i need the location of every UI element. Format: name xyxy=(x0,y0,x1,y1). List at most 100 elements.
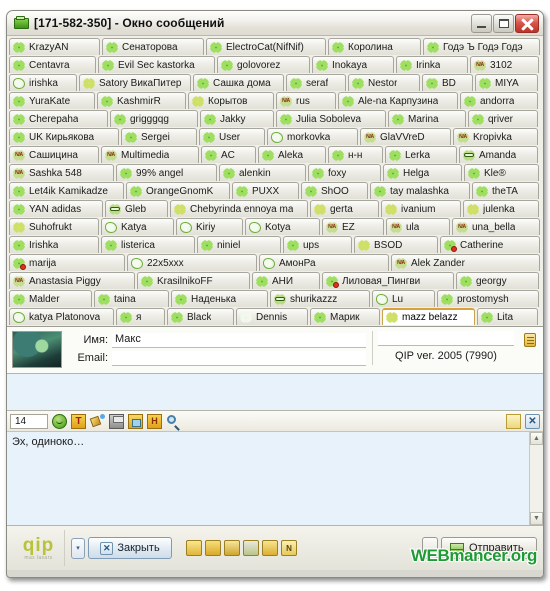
paint-brush-icon[interactable] xyxy=(89,413,105,429)
contact-tab[interactable]: N/A Sashka 548 xyxy=(9,164,114,181)
chevron-down-icon[interactable]: ▾ xyxy=(71,537,85,559)
extra-field[interactable] xyxy=(378,331,514,346)
contact-tab[interactable]: OrangeGnomK xyxy=(126,182,230,199)
plugin-3-icon[interactable] xyxy=(224,540,240,556)
input-scrollbar[interactable]: ▲ ▼ xyxy=(529,432,543,525)
history-icon[interactable]: H xyxy=(147,413,162,429)
contact-tab[interactable]: BSOD xyxy=(354,236,438,253)
contact-tab[interactable]: N/A GlaVVreD xyxy=(360,128,451,145)
contact-tab[interactable]: Chebyrinda ennoya ma xyxy=(170,200,308,217)
contact-tab[interactable]: Marina xyxy=(388,110,466,127)
contact-tab[interactable]: Сашка дома xyxy=(193,74,284,91)
contact-tab[interactable]: Cherepaha xyxy=(9,110,108,127)
plugin-1-icon[interactable] xyxy=(186,540,202,556)
contact-tab[interactable]: alenkin xyxy=(219,164,306,181)
contact-tab[interactable]: MIYA xyxy=(475,74,538,91)
contact-tab[interactable]: georgy xyxy=(456,272,539,289)
contact-tab[interactable]: listerica xyxy=(101,236,195,253)
contact-tab[interactable]: N/A Multimedia xyxy=(101,146,199,163)
contact-tab[interactable]: Katya xyxy=(101,218,174,235)
contact-tab[interactable]: qriver xyxy=(468,110,538,127)
contact-tab[interactable]: Lerka xyxy=(385,146,457,163)
contact-tab[interactable]: ivanium xyxy=(381,200,461,217)
contact-tab[interactable]: Satory ВикаПитер xyxy=(79,74,191,91)
contact-tab[interactable]: morkovka xyxy=(267,128,358,145)
contact-tab[interactable]: N/A Сашицина xyxy=(9,146,99,163)
message-input[interactable]: Эх, одиноко… xyxy=(7,432,529,525)
contact-tab[interactable]: N/A Alek Zander xyxy=(391,254,540,271)
contact-tab[interactable]: AC xyxy=(201,146,256,163)
maximize-button[interactable] xyxy=(493,13,514,33)
contact-tab[interactable]: Jakky xyxy=(200,110,274,127)
contact-tab[interactable]: ElectroCat(NifNif) xyxy=(206,38,326,55)
image-icon[interactable] xyxy=(128,413,143,429)
email-field[interactable] xyxy=(112,350,366,366)
contact-tab[interactable]: Наденька xyxy=(171,290,268,307)
contact-tab[interactable]: Let4ik Kamikadze xyxy=(9,182,124,199)
char-counter[interactable]: 14 xyxy=(10,413,48,429)
close-button[interactable] xyxy=(515,13,539,33)
contact-tab[interactable]: Julia Soboleva xyxy=(276,110,386,127)
font-text-icon[interactable]: T xyxy=(71,413,86,429)
contact-tab[interactable]: irishka xyxy=(9,74,77,91)
contact-tab[interactable]: shurikazzz xyxy=(270,290,370,307)
contact-tab[interactable]: Sergei xyxy=(121,128,197,145)
contact-tab[interactable]: YAN adidas xyxy=(9,200,103,217)
contact-tab[interactable]: Malder xyxy=(9,290,92,307)
contact-tab[interactable]: АмонРа xyxy=(259,254,389,271)
contact-tab[interactable]: N/A EZ xyxy=(322,218,384,235)
save-icon[interactable] xyxy=(109,413,124,429)
contact-tab[interactable]: 99% angel xyxy=(116,164,217,181)
contact-tab[interactable]: User xyxy=(199,128,265,145)
contact-tab[interactable]: Gleb xyxy=(105,200,168,217)
contact-tab[interactable]: theTA xyxy=(472,182,539,199)
send-button[interactable]: Отправить xyxy=(441,537,537,559)
scroll-up-arrow[interactable]: ▲ xyxy=(530,432,543,445)
contact-tab[interactable]: YuraKate xyxy=(9,92,95,109)
contact-tab[interactable]: Inokaya xyxy=(312,56,394,73)
contact-tab[interactable]: Irishka xyxy=(9,236,99,253)
name-field[interactable] xyxy=(112,332,366,348)
contact-tab[interactable]: N/A Anastasia Piggy xyxy=(9,272,135,289)
contact-tab[interactable]: tay malashka xyxy=(370,182,470,199)
contact-tab[interactable]: Lita xyxy=(477,308,538,325)
contact-tab[interactable]: foxy xyxy=(308,164,381,181)
contact-tab[interactable]: Корытов xyxy=(188,92,274,109)
contact-tab[interactable]: ups xyxy=(283,236,352,253)
chat-history[interactable] xyxy=(7,374,543,411)
contact-tab[interactable]: KrazyAN xyxy=(9,38,100,55)
contact-tab[interactable]: Марик xyxy=(310,308,380,325)
minimize-button[interactable] xyxy=(471,13,492,33)
contact-tab[interactable]: seraf xyxy=(286,74,346,91)
contact-tab[interactable]: Лиловая_Пингви xyxy=(322,272,454,289)
contact-tab[interactable]: Lu xyxy=(372,290,435,307)
plugin-2-icon[interactable] xyxy=(205,540,221,556)
scroll-down-arrow[interactable]: ▼ xyxy=(530,512,543,525)
contact-tab[interactable]: 22x5xxx xyxy=(127,254,257,271)
contact-tab[interactable]: N/A rus xyxy=(276,92,336,109)
contact-tab[interactable]: marija xyxy=(9,254,125,271)
contact-tab[interactable]: ShOO xyxy=(301,182,368,199)
contact-tab[interactable]: gerta xyxy=(310,200,379,217)
plugin-5-icon[interactable] xyxy=(262,540,278,556)
contact-tab[interactable]: niniel xyxy=(197,236,281,253)
contact-tab[interactable]: prostomysh xyxy=(437,290,539,307)
contact-tab[interactable]: Королина xyxy=(328,38,421,55)
plugin-6-icon[interactable]: N xyxy=(281,540,297,556)
contact-tab[interactable]: UK Кирьякова xyxy=(9,128,119,145)
contact-tab[interactable]: golovorez xyxy=(217,56,310,73)
contact-tab[interactable]: Centavra xyxy=(9,56,96,73)
contact-tab[interactable]: Helga xyxy=(383,164,462,181)
contact-tab[interactable]: KashmirR xyxy=(97,92,186,109)
contact-tab[interactable]: Amanda xyxy=(459,146,538,163)
contact-tab[interactable]: Suhofrukt xyxy=(9,218,99,235)
contact-tab[interactable]: andorra xyxy=(460,92,538,109)
contact-tab[interactable]: julenka xyxy=(463,200,539,217)
contact-tab[interactable]: Dennis xyxy=(236,308,308,325)
contact-tab[interactable]: н-н xyxy=(328,146,383,163)
smiley-icon[interactable] xyxy=(52,413,67,429)
contact-tab[interactable]: Сенаторова xyxy=(102,38,204,55)
contact-tab[interactable]: Catherine xyxy=(440,236,540,253)
contact-tab[interactable]: N/A ula xyxy=(386,218,450,235)
contact-tab[interactable]: Kotya xyxy=(245,218,320,235)
